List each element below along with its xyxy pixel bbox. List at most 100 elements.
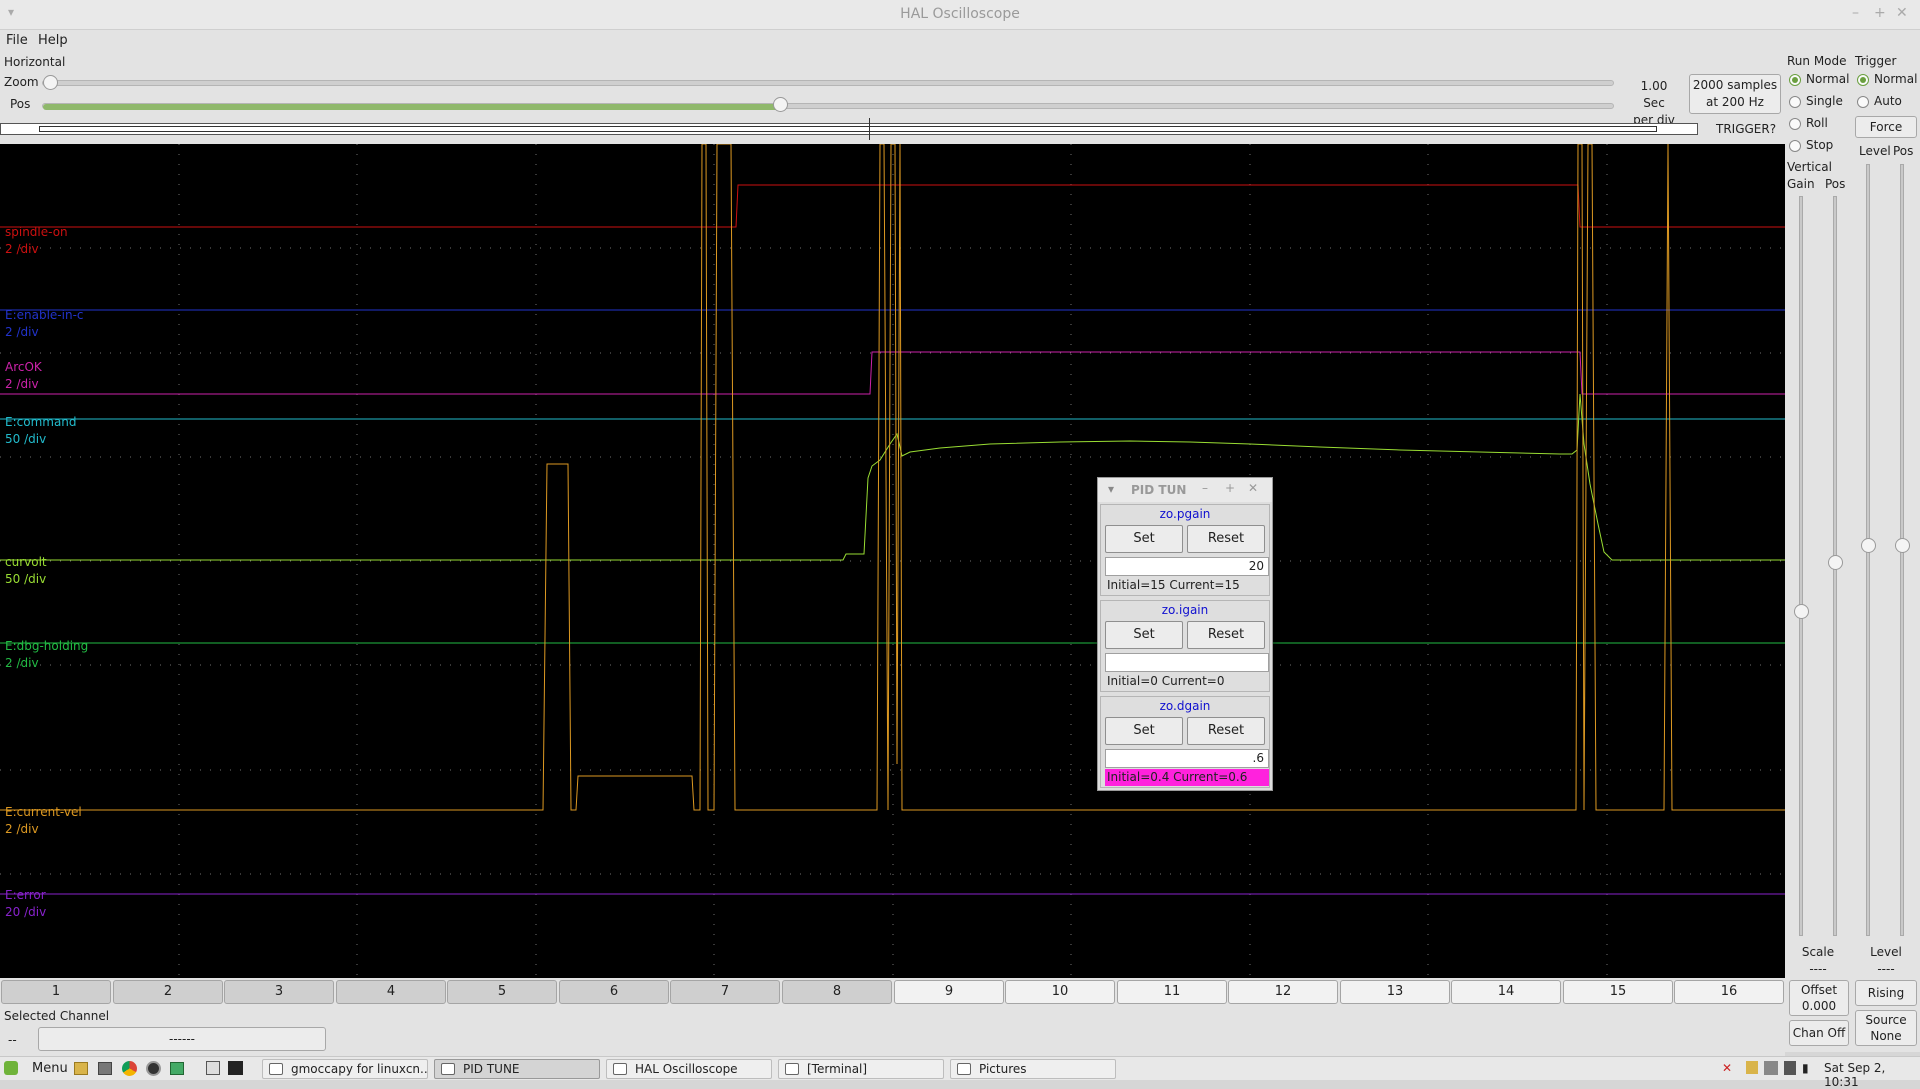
right-control-panel: Run Mode Normal Single Roll Stop Trigger No… — [1785, 52, 1920, 1052]
pid-reset-button[interactable]: Reset — [1187, 525, 1265, 553]
channel-button[interactable]: 1 — [1, 980, 111, 1004]
pid-value-input[interactable]: 20 — [1105, 557, 1269, 576]
pid-status: Initial=0.4 Current=0.6 — [1105, 769, 1269, 786]
channel-button[interactable]: 4 — [336, 980, 446, 1004]
mint-logo-icon[interactable] — [4, 1061, 18, 1075]
channel-button[interactable]: 5 — [447, 980, 557, 1004]
menu-help[interactable]: Help — [38, 33, 68, 48]
run-mode-radio[interactable]: Stop — [1789, 138, 1833, 152]
run-mode-radio[interactable]: Normal — [1789, 72, 1849, 86]
run-mode-radio[interactable]: Single — [1789, 94, 1843, 108]
pid-close-icon[interactable]: ✕ — [1248, 481, 1258, 495]
force-button[interactable]: Force — [1855, 116, 1917, 138]
pid-reset-button[interactable]: Reset — [1187, 621, 1265, 649]
taskbar-task[interactable]: [Terminal] — [778, 1059, 944, 1079]
pos-slider[interactable] — [42, 103, 1614, 110]
channel-button[interactable]: 8 — [782, 980, 892, 1004]
channel-button[interactable]: 10 — [1005, 980, 1115, 1004]
samples-button[interactable]: 2000 samples at 200 Hz — [1689, 74, 1781, 114]
trigger-status: TRIGGER? — [1716, 122, 1777, 136]
close-icon[interactable]: ✕ — [1896, 5, 1908, 21]
show-desktop-icon[interactable] — [206, 1061, 220, 1075]
tool-launcher-icon[interactable] — [98, 1062, 112, 1075]
zoom-slider-knob[interactable] — [43, 75, 58, 90]
channel-button[interactable]: 7 — [670, 980, 780, 1004]
radio-icon[interactable] — [1857, 95, 1869, 108]
run-mode-radio[interactable]: Roll — [1789, 116, 1828, 130]
scope-display[interactable]: spindle-on 2 /div E:enable-in-c 2 /div ArcOK… — [0, 144, 1785, 978]
trigger-radio[interactable]: Normal — [1857, 72, 1917, 86]
vertical-pos-knob[interactable] — [1828, 555, 1843, 570]
volume-icon[interactable] — [1784, 1061, 1796, 1075]
channel-scale: 2 /div — [5, 656, 39, 670]
channel-button[interactable]: 9 — [894, 980, 1004, 1004]
taskbar-task[interactable]: gmoccapy for linuxcn... — [262, 1059, 428, 1079]
pid-minimize-icon[interactable]: – — [1202, 481, 1208, 495]
files-launcher-icon[interactable] — [74, 1062, 88, 1075]
terminal-launcher-icon[interactable] — [170, 1062, 184, 1075]
network-icon[interactable] — [1764, 1061, 1778, 1075]
vertical-scale-readout: Scale ---- — [1787, 944, 1849, 978]
terminal-icon[interactable] — [228, 1061, 243, 1075]
pid-reset-button[interactable]: Reset — [1187, 717, 1265, 745]
chrome-launcher-icon[interactable] — [122, 1061, 137, 1076]
pid-maximize-icon[interactable]: + — [1225, 481, 1235, 495]
channel-button[interactable]: 6 — [559, 980, 669, 1004]
trigger-radio[interactable]: Auto — [1857, 94, 1902, 108]
trigger-level-bottom-label: Level — [1870, 945, 1902, 959]
vertical-gain-slider[interactable] — [1799, 196, 1803, 936]
rising-button[interactable]: Rising — [1855, 980, 1917, 1006]
signal-icon[interactable]: ▮ — [1802, 1061, 1809, 1075]
channel-button[interactable]: 15 — [1563, 980, 1673, 1004]
pid-value-input[interactable] — [1105, 653, 1269, 672]
taskbar-task[interactable]: PID TUNE — [434, 1059, 600, 1079]
menu-file[interactable]: File — [6, 33, 28, 48]
pid-value-input[interactable]: .6 — [1105, 749, 1269, 768]
menu-button[interactable]: Menu — [32, 1061, 68, 1076]
radio-icon[interactable] — [1789, 139, 1801, 152]
channel-scale: 50 /div — [5, 432, 47, 446]
channel-label: ArcOK 2 /div — [5, 359, 42, 393]
trigger-source-button[interactable]: Source None — [1855, 1010, 1917, 1046]
pid-param-name: zo.dgain — [1159, 699, 1211, 713]
pid-menu-icon[interactable]: ▾ — [1108, 482, 1114, 496]
pid-set-button[interactable]: Set — [1105, 525, 1183, 553]
pos-slider-knob[interactable] — [773, 97, 788, 112]
taskbar-task[interactable]: Pictures — [950, 1059, 1116, 1079]
selected-channel-field[interactable]: ------ — [38, 1027, 326, 1051]
media-launcher-icon[interactable] — [146, 1061, 161, 1076]
maximize-icon[interactable]: + — [1874, 5, 1886, 21]
vertical-gain-knob[interactable] — [1794, 604, 1809, 619]
record-buffer-bar[interactable] — [0, 118, 1698, 140]
channel-button[interactable]: 14 — [1451, 980, 1561, 1004]
channel-button[interactable]: 12 — [1228, 980, 1338, 1004]
radio-icon[interactable] — [1857, 73, 1869, 86]
pid-set-button[interactable]: Set — [1105, 621, 1183, 649]
shield-icon[interactable]: ✕ — [1722, 1061, 1732, 1075]
radio-icon[interactable] — [1789, 73, 1801, 86]
radio-icon[interactable] — [1789, 95, 1801, 108]
chan-off-button[interactable]: Chan Off — [1789, 1020, 1849, 1046]
trigger-label: Trigger — [1855, 54, 1897, 68]
updates-icon[interactable] — [1746, 1061, 1758, 1074]
channel-button[interactable]: 16 — [1674, 980, 1784, 1004]
radio-label: Normal — [1806, 72, 1850, 86]
channel-scale: 2 /div — [5, 822, 39, 836]
pid-set-button[interactable]: Set — [1105, 717, 1183, 745]
minimize-icon[interactable]: – — [1852, 5, 1859, 21]
channel-name: ArcOK — [5, 360, 42, 374]
offset-button[interactable]: Offset 0.000 — [1789, 980, 1849, 1016]
trigger-level-knob[interactable] — [1861, 538, 1876, 553]
trigger-pos-knob[interactable] — [1895, 538, 1910, 553]
clock[interactable]: Sat Sep 2, 10:31 — [1824, 1061, 1920, 1089]
radio-icon[interactable] — [1789, 117, 1801, 130]
taskbar-task[interactable]: HAL Oscilloscope — [606, 1059, 772, 1079]
channel-button[interactable]: 11 — [1117, 980, 1227, 1004]
channel-button[interactable]: 13 — [1340, 980, 1450, 1004]
channel-scale: 2 /div — [5, 377, 39, 391]
traces — [0, 144, 1785, 895]
channel-button[interactable]: 3 — [224, 980, 334, 1004]
zoom-slider[interactable] — [42, 80, 1614, 86]
channel-button[interactable]: 2 — [113, 980, 223, 1004]
channel-name: E:command — [5, 415, 77, 429]
